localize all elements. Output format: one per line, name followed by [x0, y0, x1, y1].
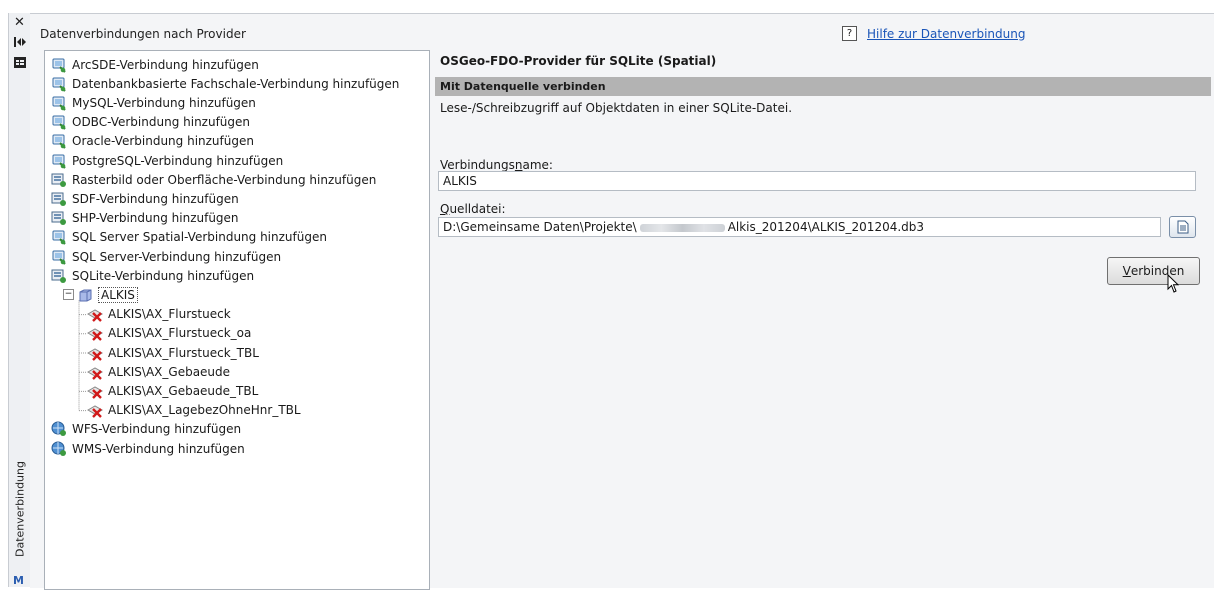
connection-name-label: Verbindungsname: — [440, 158, 553, 172]
palette-side-strip: ✕ Datenverbindung M — [8, 13, 31, 587]
tree-item-label: ArcSDE-Verbindung hinzufügen — [72, 57, 259, 72]
app-menu-icon[interactable]: M — [13, 574, 24, 587]
help-link[interactable]: Hilfe zur Datenverbindung — [867, 27, 1025, 41]
provider-tree-item[interactable]: SQL Server Spatial-Verbindung hinzufügen — [51, 228, 327, 247]
provider-tree-item[interactable]: ODBC-Verbindung hinzufügen — [51, 113, 250, 132]
db-connect-icon — [51, 133, 67, 150]
web-connect-icon — [51, 441, 67, 457]
tree-item-label: ALKIS\AX_LagebezOhneHnr_TBL — [108, 403, 301, 418]
layer-disconnected-icon — [87, 306, 103, 322]
db-connect-icon — [51, 153, 67, 169]
provider-tree-item[interactable]: SQL Server-Verbindung hinzufügen — [51, 247, 281, 266]
close-icon[interactable]: ✕ — [9, 13, 30, 31]
section-header: Mit Datenquelle verbinden — [435, 77, 1211, 96]
connection-node[interactable]: − ALKIS — [63, 285, 138, 304]
tree-item-label: ODBC-Verbindung hinzufügen — [72, 115, 251, 130]
file-connect-icon — [51, 210, 67, 226]
tree-item-label: WMS-Verbindung hinzufügen — [72, 441, 245, 456]
provider-tree-item[interactable]: ArcSDE-Verbindung hinzufügen — [51, 55, 259, 74]
provider-tree-item[interactable]: SQLite-Verbindung hinzufügen — [51, 266, 254, 285]
tree-item-label: Datenbankbasierte Fachschale-Verbindung … — [72, 76, 400, 91]
source-file-input[interactable]: D:\Gemeinsame Daten\Projekte\ Alkis_20120… — [438, 217, 1161, 237]
provider-tree-item[interactable]: SHP-Verbindung hinzufügen — [51, 209, 239, 228]
tree-item-label: ALKIS — [98, 286, 138, 303]
connection-name-input[interactable]: ALKIS — [438, 171, 1196, 191]
tree-item-label: WFS-Verbindung hinzufügen — [72, 422, 242, 437]
tree-item-label: ALKIS\AX_Gebaeude_TBL — [108, 383, 259, 398]
web-connect-icon — [51, 421, 67, 437]
mouse-cursor-icon — [1167, 274, 1180, 293]
tree-item-label: SQLite-Verbindung hinzufügen — [72, 268, 255, 283]
provider-tree-item[interactable]: SDF-Verbindung hinzufügen — [51, 189, 239, 208]
layer-disconnected-icon — [87, 383, 103, 399]
datastore-icon — [77, 287, 93, 303]
layer-disconnected-icon — [87, 364, 103, 380]
db-connect-icon — [51, 249, 67, 265]
feature-class-node[interactable]: ALKIS\AX_Flurstueck_TBL — [87, 343, 259, 362]
db-connect-icon — [51, 114, 67, 130]
provider-tree-item[interactable]: WFS-Verbindung hinzufügen — [51, 420, 241, 439]
source-file-prefix: D:\Gemeinsame Daten\Projekte\ — [443, 220, 637, 234]
feature-class-node[interactable]: ALKIS\AX_Gebaeude — [87, 362, 230, 381]
feature-class-node[interactable]: ALKIS\AX_Flurstueck_oa — [87, 324, 251, 343]
tree-item-label: SQL Server-Verbindung hinzufügen — [72, 249, 282, 264]
layer-disconnected-icon — [87, 345, 103, 361]
tree-item-label: Oracle-Verbindung hinzufügen — [72, 134, 254, 149]
feature-class-node[interactable]: ALKIS\AX_Flurstueck — [87, 305, 231, 324]
feature-class-node[interactable]: ALKIS\AX_LagebezOhneHnr_TBL — [87, 401, 301, 420]
db-connect-icon — [51, 57, 67, 73]
tree-item-label: MySQL-Verbindung hinzufügen — [72, 95, 256, 110]
collapse-toggle-icon[interactable]: − — [63, 289, 74, 301]
provider-list-title: Datenverbindungen nach Provider — [40, 27, 246, 41]
file-connect-icon — [51, 268, 67, 284]
tree-item-label: ALKIS\AX_Flurstueck_oa — [108, 326, 252, 341]
provider-tree-item[interactable]: Datenbankbasierte Fachschale-Verbindung … — [51, 74, 399, 93]
provider-tree-item[interactable]: MySQL-Verbindung hinzufügen — [51, 93, 256, 112]
tree-item-label: SQL Server Spatial-Verbindung hinzufügen — [72, 230, 327, 245]
source-file-suffix: Alkis_201204\ALKIS_201204.db3 — [727, 220, 925, 234]
provider-tree-item[interactable]: Rasterbild oder Oberfläche-Verbindung hi… — [51, 170, 376, 189]
help-row: ? Hilfe zur Datenverbindung — [842, 26, 1025, 41]
db-connect-icon — [51, 76, 67, 92]
palette-vertical-title: Datenverbindung — [13, 461, 27, 557]
provider-tree-item[interactable]: Oracle-Verbindung hinzufügen — [51, 132, 254, 151]
provider-tree-item[interactable]: PostgreSQL-Verbindung hinzufügen — [51, 151, 283, 170]
tree-item-label: SDF-Verbindung hinzufügen — [72, 191, 239, 206]
tree-item-label: PostgreSQL-Verbindung hinzufügen — [72, 153, 284, 168]
tree-item-label: Rasterbild oder Oberfläche-Verbindung hi… — [72, 172, 377, 187]
source-file-label: Quelldatei: — [440, 202, 506, 216]
feature-class-node[interactable]: ALKIS\AX_Gebaeude_TBL — [87, 381, 258, 400]
provider-tree-item[interactable]: WMS-Verbindung hinzufügen — [51, 439, 245, 458]
db-connect-icon — [51, 229, 67, 246]
browse-file-button[interactable] — [1169, 216, 1196, 238]
tree-item-label: ALKIS\AX_Flurstueck_TBL — [108, 345, 259, 360]
tree-item-label: ALKIS\AX_Gebaeude — [108, 364, 231, 379]
tree-item-label: SHP-Verbindung hinzufügen — [72, 211, 239, 226]
provider-tree[interactable]: ArcSDE-Verbindung hinzufügen Datenbankbas… — [44, 50, 430, 590]
data-connect-palette: Datenverbindungen nach Provider ArcSDE-V… — [30, 13, 1214, 590]
help-icon[interactable]: ? — [842, 26, 857, 41]
properties-icon[interactable] — [9, 53, 30, 71]
file-connect-icon — [51, 191, 67, 207]
connect-button[interactable]: Verbinden — [1107, 257, 1200, 285]
provider-title: OSGeo-FDO-Provider für SQLite (Spatial) — [440, 54, 717, 68]
document-icon — [1177, 220, 1188, 234]
db-connect-icon — [51, 95, 67, 111]
redacted-path-segment — [639, 223, 725, 232]
provider-description: Lese-/Schreibzugriff auf Objektdaten in … — [440, 101, 793, 115]
auto-hide-icon[interactable] — [9, 33, 30, 51]
layer-disconnected-icon — [87, 325, 103, 342]
file-connect-icon — [51, 172, 67, 188]
tree-item-label: ALKIS\AX_Flurstueck — [108, 307, 231, 322]
layer-disconnected-icon — [87, 402, 103, 418]
